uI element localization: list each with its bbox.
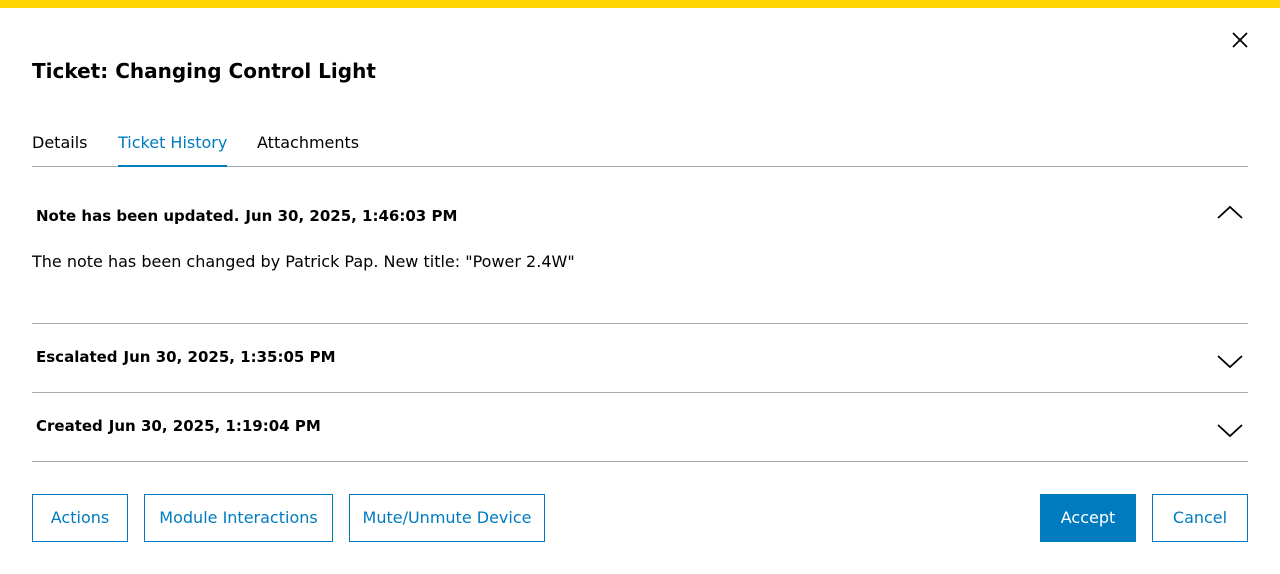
history-entry-header[interactable]: Created Jun 30, 2025, 1:19:04 PM	[32, 393, 1248, 438]
chevron-up-icon[interactable]	[1216, 204, 1244, 222]
mute-unmute-device-button[interactable]: Mute/Unmute Device	[349, 494, 545, 542]
history-entry-header[interactable]: Escalated Jun 30, 2025, 1:35:05 PM	[32, 324, 1248, 369]
history-entry: Escalated Jun 30, 2025, 1:35:05 PM	[32, 324, 1248, 393]
history-timestamp: Jun 30, 2025, 1:46:03 PM	[245, 207, 458, 225]
history-entry-title: Created Jun 30, 2025, 1:19:04 PM	[36, 416, 321, 436]
history-entry-header[interactable]: Note has been updated. Jun 30, 2025, 1:46…	[32, 167, 1248, 225]
history-event: Escalated	[36, 348, 118, 366]
history-entry-body: The note has been changed by Patrick Pap…	[32, 252, 575, 271]
accept-button[interactable]: Accept	[1040, 494, 1136, 542]
actions-button[interactable]: Actions	[32, 494, 128, 542]
module-interactions-button[interactable]: Module Interactions	[144, 494, 333, 542]
history-event: Note has been updated.	[36, 207, 240, 225]
close-button[interactable]	[1226, 26, 1254, 54]
history-entry-title: Note has been updated. Jun 30, 2025, 1:46…	[36, 206, 457, 226]
chevron-down-icon[interactable]	[1216, 421, 1244, 439]
history-entry: Note has been updated. Jun 30, 2025, 1:46…	[32, 167, 1248, 324]
history-event: Created	[36, 417, 103, 435]
chevron-down-icon[interactable]	[1216, 352, 1244, 370]
close-icon	[1232, 32, 1248, 48]
history-timestamp: Jun 30, 2025, 1:35:05 PM	[123, 348, 336, 366]
cancel-button[interactable]: Cancel	[1152, 494, 1248, 542]
tab-bar: Details Ticket History Attachments	[32, 128, 1248, 167]
tab-attachments[interactable]: Attachments	[257, 128, 359, 167]
history-entry-title: Escalated Jun 30, 2025, 1:35:05 PM	[36, 347, 336, 367]
tab-ticket-history[interactable]: Ticket History	[118, 128, 228, 167]
tab-details[interactable]: Details	[32, 128, 87, 167]
history-entry: Created Jun 30, 2025, 1:19:04 PM	[32, 393, 1248, 462]
history-timestamp: Jun 30, 2025, 1:19:04 PM	[108, 417, 321, 435]
dialog-title: Ticket: Changing Control Light	[32, 59, 376, 83]
top-accent-bar	[0, 0, 1280, 8]
